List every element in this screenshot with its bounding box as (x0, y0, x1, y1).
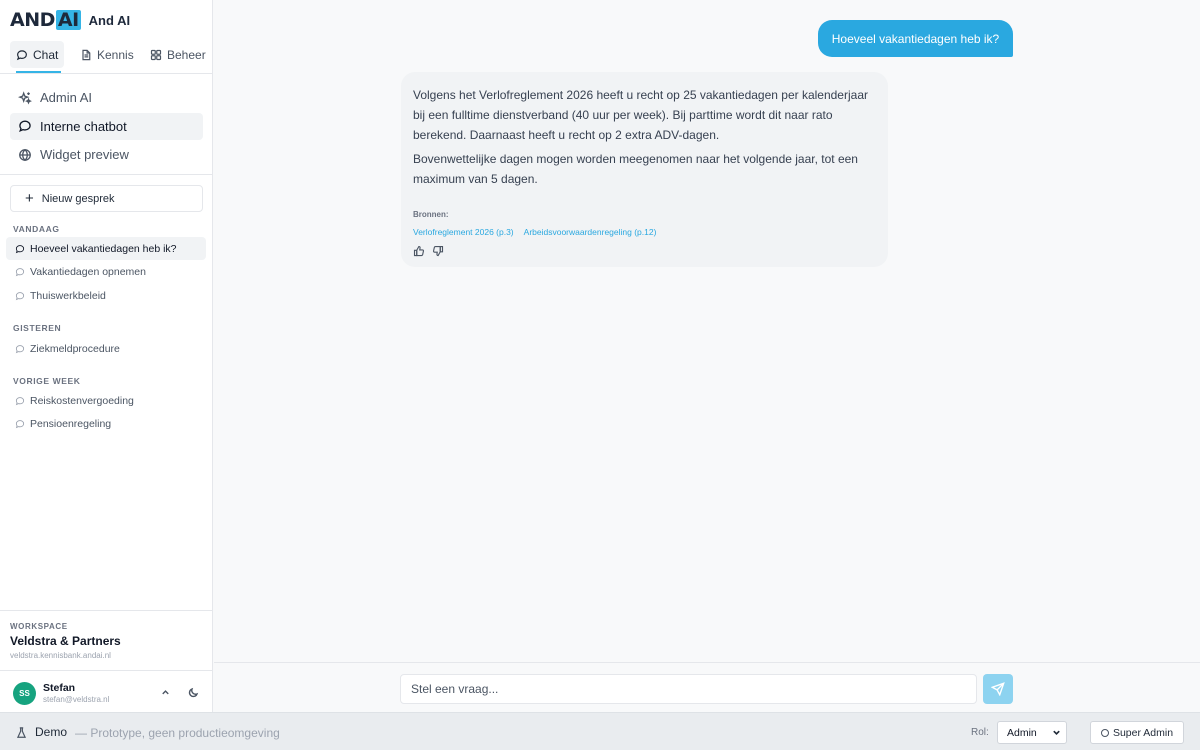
chat-bubble-icon (15, 344, 25, 353)
grid-icon (150, 49, 162, 60)
mode-list: Admin AI Interne chatbot Widget preview (10, 84, 203, 170)
top-nav: Chat Kennis Beheer (0, 40, 212, 74)
new-chat-label: Nieuw gesprek (41, 192, 115, 205)
user-panel: SS Stefan stefan@veldstra.nl (0, 670, 212, 712)
user-name: Stefan (43, 682, 76, 694)
history-group-today: VANDAAG (13, 224, 60, 234)
workspace-info: WORKSPACE Veldstra & Partners veldstra.k… (0, 610, 212, 670)
conversation-title: Vakantiedagen opnemen (30, 265, 146, 278)
conversation-item[interactable]: Thuiswerkbeleid (6, 284, 206, 307)
logo: AND AI (10, 9, 81, 31)
chat-bubble-icon (19, 120, 31, 133)
flask-icon (16, 726, 27, 738)
new-chat-button[interactable]: + Nieuw gesprek (10, 185, 203, 212)
brand[interactable]: AND AI And AI (10, 9, 130, 31)
chat-bubble-icon (15, 419, 25, 428)
workspace-domain: veldstra.kennisbank.andai.nl (10, 651, 111, 660)
tab-chat[interactable]: Chat (10, 41, 65, 68)
mode-interne-chatbot[interactable]: Interne chatbot (10, 112, 203, 140)
role-label: Rol: (971, 727, 989, 738)
conversation-title: Pensioenregeling (30, 417, 112, 430)
divider (0, 174, 212, 175)
chat-bubble-icon (15, 291, 25, 300)
conversation-item[interactable]: Hoeveel vakantiedagen heb ik? (6, 237, 206, 260)
mode-admin-ai[interactable]: Admin AI (10, 84, 203, 111)
thumbs-up-icon[interactable] (413, 245, 425, 257)
chat-bubble-icon (15, 267, 25, 276)
conversation-item[interactable]: Vakantiedagen opnemen (6, 260, 206, 283)
tab-beheer[interactable]: Beheer (144, 41, 212, 68)
conversation-title: Hoeveel vakantiedagen heb ik? (30, 242, 177, 255)
assistant-message-paragraph: Bovenwettelijke dagen mogen worden meege… (413, 152, 858, 186)
shield-icon (1100, 728, 1109, 737)
conversation-title: Ziekmeldprocedure (30, 342, 120, 355)
super-admin-label: Super Admin (1112, 726, 1174, 739)
source-list: Verlofreglement 2026 (p.3) Arbeidsvoorwa… (413, 227, 876, 237)
demo-bar: Demo — Prototype, geen productieomgeving… (0, 712, 1200, 750)
mode-interne-chatbot-label: Interne chatbot (40, 118, 127, 134)
tab-kennis[interactable]: Kennis (74, 41, 140, 68)
document-icon (82, 49, 91, 60)
composer (214, 662, 1200, 712)
chat-bubble-icon (15, 244, 25, 253)
workspace-label: WORKSPACE (10, 622, 68, 631)
conversation-item[interactable]: Reiskostenvergoeding (6, 389, 206, 412)
globe-icon (19, 148, 31, 161)
super-admin-button[interactable]: Super Admin (1090, 721, 1184, 744)
demo-subtitle: — Prototype, geen productieomgeving (75, 726, 280, 740)
avatar[interactable]: SS (13, 682, 36, 705)
conversation-title: Thuiswerkbeleid (30, 289, 106, 302)
tab-kennis-label: Kennis (97, 47, 134, 62)
demo-title: Demo (35, 725, 68, 739)
chevron-up-icon[interactable] (158, 685, 172, 699)
sparkles-icon (18, 90, 32, 104)
assistant-message-paragraph: Volgens het Verlofreglement 2026 heeft u… (413, 88, 868, 142)
chevron-down-icon (1052, 728, 1061, 737)
user-message-bubble: Hoeveel vakantiedagen heb ik? (818, 20, 1013, 57)
history-group-last-week: VORIGE WEEK (13, 376, 81, 386)
mode-widget-preview[interactable]: Widget preview (10, 141, 203, 168)
logo-ai-text: AI (55, 9, 81, 31)
source-link[interactable]: Arbeidsvoorwaardenregeling (p.12) (524, 227, 657, 237)
tab-chat-label: Chat (33, 47, 59, 62)
send-button[interactable] (983, 674, 1013, 704)
tab-beheer-label: Beheer (167, 47, 206, 62)
sidebar: AND AI And AI Chat Kennis Beheer Admin AI… (0, 0, 213, 712)
mode-admin-ai-label: Admin AI (40, 90, 93, 105)
role-select[interactable]: Admin (997, 721, 1067, 744)
chat-bubble-icon (15, 396, 25, 405)
brand-name: And AI (88, 12, 131, 28)
user-email: stefan@veldstra.nl (43, 695, 110, 704)
conversation-item[interactable]: Ziekmeldprocedure (6, 337, 206, 360)
send-icon (991, 682, 1005, 696)
active-tab-indicator (16, 71, 61, 73)
thumbs-down-icon[interactable] (432, 245, 444, 257)
feedback-buttons (413, 245, 876, 257)
chat-input[interactable] (400, 674, 977, 704)
role-select-value: Admin (1007, 726, 1037, 739)
logo-and-text: AND (10, 9, 55, 31)
moon-icon[interactable] (186, 685, 200, 699)
assistant-message-bubble: Volgens het Verlofreglement 2026 heeft u… (401, 72, 888, 267)
history-group-yesterday: GISTEREN (13, 323, 62, 333)
source-link[interactable]: Verlofreglement 2026 (p.3) (413, 227, 514, 237)
conversation-title: Reiskostenvergoeding (30, 394, 134, 407)
conversation-item[interactable]: Pensioenregeling (6, 412, 206, 435)
sources-label: Bronnen: (413, 210, 449, 219)
plus-icon: + (25, 190, 34, 207)
chat-bubble-icon (16, 49, 27, 60)
workspace-name: Veldstra & Partners (10, 634, 121, 648)
mode-widget-preview-label: Widget preview (40, 147, 129, 162)
